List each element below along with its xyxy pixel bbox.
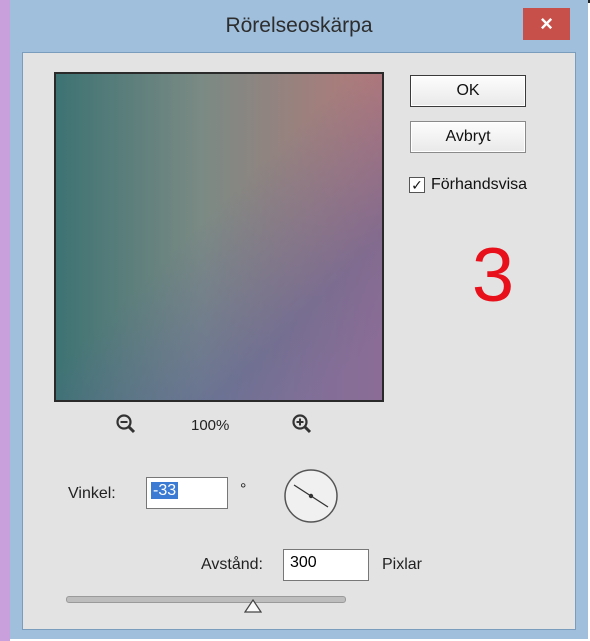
slider-thumb-icon[interactable] [243,598,263,618]
zoom-out-icon[interactable] [115,413,137,440]
distance-slider[interactable] [66,596,346,603]
close-button[interactable]: × [523,8,570,40]
close-icon: × [540,11,553,36]
zoom-level: 100% [191,417,230,434]
angle-value: -33 [151,482,179,499]
angle-input[interactable]: -33 [146,477,228,509]
dialog-title: Rörelseoskärpa [225,14,373,37]
distance-label: Avstånd: [201,556,263,573]
zoom-in-icon[interactable] [291,413,313,440]
angle-label: Vinkel: [68,485,116,502]
step-number: 3 [471,233,515,318]
ok-button[interactable]: OK [410,75,526,107]
preview-area[interactable] [54,72,384,402]
preview-checkbox[interactable]: ✓ Förhandsvisa [409,176,527,194]
window-edge-left [0,0,10,641]
checkbox-box[interactable]: ✓ [409,177,425,193]
distance-unit-label: Pixlar [382,556,423,573]
dialog-body: OK Avbryt ✓ Förhandsvisa 3 100% Vinkel: … [22,52,576,630]
distance-input[interactable]: 300 [283,549,369,581]
motion-blur-dialog: Rörelseoskärpa × OK Avbryt ✓ Förhandsvis… [10,0,588,639]
preview-label: Förhandsvisa [431,176,528,193]
degree-symbol: ° [240,481,247,498]
angle-dial-icon[interactable] [283,468,339,529]
cancel-button[interactable]: Avbryt [410,121,526,153]
checkmark-icon: ✓ [411,177,423,193]
